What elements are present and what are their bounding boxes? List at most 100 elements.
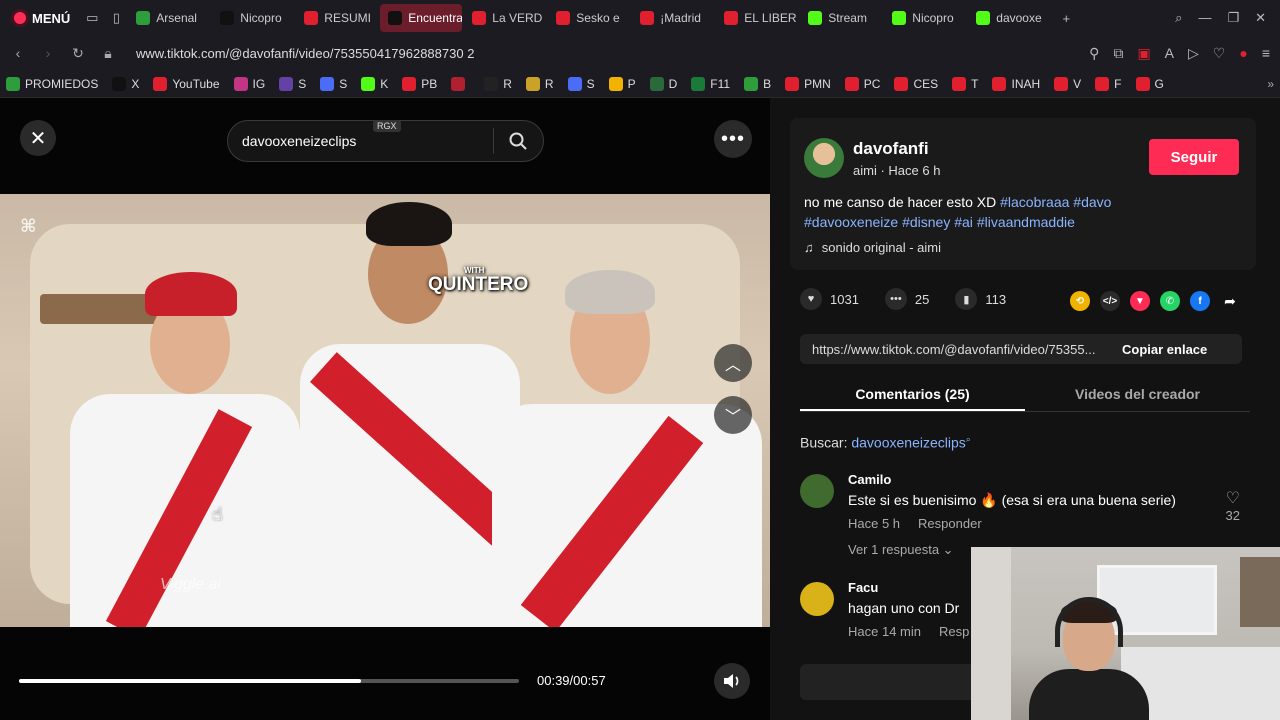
bookmark-item[interactable]: S	[279, 76, 306, 91]
page-icon[interactable]: ▯	[104, 0, 128, 36]
search-button[interactable]	[494, 121, 542, 161]
comment-like[interactable]: ♡ 32	[1226, 488, 1240, 523]
view-replies-link[interactable]: Ver 1 respuesta ⌄	[848, 542, 954, 558]
bookmark-item[interactable]: IG	[233, 76, 265, 91]
bookmark-label: P	[627, 76, 636, 91]
back-icon[interactable]: ‹	[10, 45, 26, 61]
browser-tab[interactable]: La VERD	[464, 4, 546, 32]
share-link[interactable]: https://www.tiktok.com/@davofanfi/video/…	[800, 342, 1122, 357]
video-search-input[interactable]	[228, 133, 493, 149]
bookmark-item[interactable]: G	[1135, 76, 1164, 91]
reply-link[interactable]: Responder	[918, 516, 982, 531]
snapshot-icon[interactable]: ⧉	[1113, 45, 1123, 62]
comment-search-suggestion[interactable]: Buscar: davooxeneizeclips⌕	[800, 434, 971, 451]
tab-comments[interactable]: Comentarios (25)	[800, 378, 1025, 411]
comment-action[interactable]: ••• 25	[884, 288, 929, 310]
video-progress-bar[interactable]	[19, 679, 519, 683]
send-icon[interactable]: ▼	[1130, 291, 1150, 311]
next-video-button[interactable]: ﹀	[714, 396, 752, 434]
browser-tab[interactable]: Sesko e	[548, 4, 630, 32]
more-options-button[interactable]: •••	[714, 120, 752, 158]
previous-video-button[interactable]: ︿	[714, 344, 752, 382]
comment-avatar[interactable]	[800, 582, 834, 616]
music-row[interactable]: ♫ sonido original - aimi	[804, 240, 941, 255]
extension-icon[interactable]: ▣	[1137, 45, 1150, 62]
play-icon[interactable]: ▷	[1188, 45, 1199, 62]
repost-icon[interactable]: ⟲	[1070, 291, 1090, 311]
bookmark-item[interactable]: K	[361, 76, 388, 91]
translate-icon[interactable]: A	[1165, 45, 1174, 62]
browser-menu-button[interactable]: MENÚ	[0, 0, 80, 36]
heart-icon[interactable]: ♡	[1213, 45, 1226, 62]
address-bar: ‹ › ↻ 🔒︎ www.tiktok.com/@davofanfi/video…	[0, 36, 1280, 70]
bookmark-item[interactable]: X	[112, 76, 139, 91]
bookmark-item[interactable]: P	[608, 76, 636, 91]
menu-icon[interactable]: ≡	[1262, 45, 1270, 62]
bookmark-item[interactable]: YouTube	[153, 76, 220, 91]
hashtag-link[interactable]: #lacobraaa	[1000, 194, 1069, 210]
hashtag-link[interactable]: #ai	[954, 214, 973, 230]
new-tab-icon[interactable]: +	[1054, 0, 1078, 36]
url-field[interactable]: www.tiktok.com/@davofanfi/video/75355041…	[136, 46, 474, 61]
whatsapp-icon[interactable]: ✆	[1160, 291, 1180, 311]
share-icon[interactable]: ➦	[1220, 291, 1240, 311]
comment-avatar[interactable]	[800, 474, 834, 508]
facebook-icon[interactable]: f	[1190, 291, 1210, 311]
save-action[interactable]: ▮ 113	[955, 288, 1006, 310]
bookmark-item[interactable]: S	[320, 76, 347, 91]
profile-icon[interactable]: ●	[1239, 45, 1247, 62]
bookmark-item[interactable]: INAH	[992, 76, 1040, 91]
comment-author[interactable]: Facu	[848, 580, 878, 595]
hashtag-link[interactable]: #disney	[902, 214, 950, 230]
bookmark-item[interactable]: F11	[691, 76, 730, 91]
bookmark-item[interactable]: T	[952, 76, 978, 91]
bookmark-item[interactable]: CES	[894, 76, 938, 91]
pin-icon[interactable]: ⚲	[1089, 45, 1099, 62]
author-name[interactable]: davofanfi	[853, 139, 929, 159]
bookmark-item[interactable]: D	[649, 76, 677, 91]
comment-author[interactable]: Camilo	[848, 472, 891, 487]
search-tabs-icon[interactable]: ⌕	[1175, 10, 1182, 26]
embed-icon[interactable]: </>	[1100, 291, 1120, 311]
copy-link-button[interactable]: Copiar enlace	[1122, 342, 1207, 357]
hashtag-link[interactable]: #davooxeneize	[804, 214, 898, 230]
hashtag-link[interactable]: #livaandmaddie	[977, 214, 1075, 230]
browser-tab[interactable]: Nicopro	[884, 4, 966, 32]
browser-tab[interactable]: Stream	[800, 4, 882, 32]
browser-tab[interactable]: davooxe	[968, 4, 1050, 32]
reply-link[interactable]: Resp	[939, 624, 969, 639]
close-video-button[interactable]: ✕	[20, 120, 56, 156]
browser-tab[interactable]: EL LIBER	[716, 4, 798, 32]
browser-tab[interactable]: Nicopro	[212, 4, 294, 32]
follow-button[interactable]: Seguir	[1149, 139, 1239, 175]
bookmark-item[interactable]	[451, 76, 470, 91]
bookmark-item[interactable]: PC	[844, 76, 880, 91]
bookmark-item[interactable]: R	[484, 76, 512, 91]
bookmark-item[interactable]: S	[567, 76, 595, 91]
browser-tab[interactable]: ¡Madrid	[632, 4, 714, 32]
tab-label: La VERD	[492, 11, 543, 25]
bookmarks-more-icon[interactable]: »	[1267, 77, 1274, 91]
forward-icon[interactable]: ›	[40, 45, 56, 61]
tab-creator-videos[interactable]: Videos del creador	[1025, 378, 1250, 411]
video-frame[interactable]: WITH QUINTERO ⌘ Viggle.ai ☝	[0, 194, 770, 627]
tab-manager-icon[interactable]: ▭	[80, 0, 104, 36]
bookmark-item[interactable]: PMN	[785, 76, 831, 91]
author-avatar[interactable]	[804, 138, 844, 178]
bookmark-item[interactable]: F	[1095, 76, 1122, 91]
minimize-icon[interactable]: —	[1198, 10, 1211, 26]
browser-tab[interactable]: Arsenal	[128, 4, 210, 32]
bookmark-item[interactable]: V	[1054, 76, 1081, 91]
browser-tab[interactable]: RESUMI	[296, 4, 378, 32]
volume-button[interactable]	[714, 663, 750, 699]
reload-icon[interactable]: ↻	[70, 45, 86, 62]
bookmark-item[interactable]: B	[744, 76, 771, 91]
close-window-icon[interactable]: ✕	[1255, 10, 1266, 26]
like-action[interactable]: ♥ 1031	[800, 288, 859, 310]
bookmark-item[interactable]: PROMIEDOS	[6, 76, 98, 91]
bookmark-item[interactable]: PB	[402, 76, 437, 91]
restore-icon[interactable]: ❐	[1227, 10, 1239, 26]
browser-tab[interactable]: Encuentra	[380, 4, 463, 32]
hashtag-link[interactable]: #davo	[1073, 194, 1111, 210]
bookmark-item[interactable]: R	[525, 76, 554, 91]
